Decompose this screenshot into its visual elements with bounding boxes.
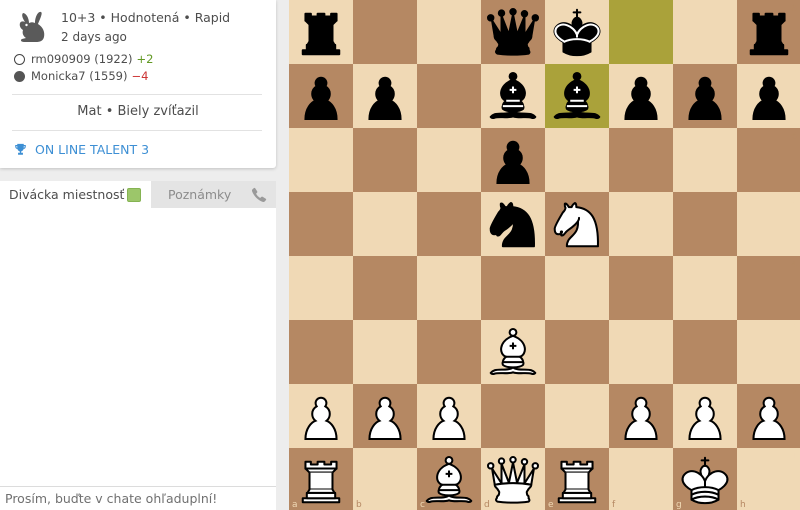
tab-spectator-room[interactable]: Divácka miestnosť bbox=[0, 181, 151, 208]
square-b5[interactable] bbox=[353, 192, 417, 256]
square-b8[interactable] bbox=[353, 0, 417, 64]
player-white[interactable]: rm090909 (1922) +2 bbox=[14, 52, 153, 66]
game-info-card: 10+3 • Hodnotená • Rapid 2 days ago rm09… bbox=[0, 0, 276, 168]
square-b1[interactable] bbox=[353, 448, 417, 510]
square-a5[interactable] bbox=[289, 192, 353, 256]
chat-messages bbox=[0, 208, 276, 486]
square-c6[interactable] bbox=[417, 128, 481, 192]
rank-label: 2 bbox=[791, 388, 797, 398]
chess-board-svg[interactable]: 87654321a b c d e f g h bbox=[289, 0, 800, 510]
file-label: g bbox=[676, 500, 682, 510]
square-e3[interactable] bbox=[545, 320, 609, 384]
rank-label: 6 bbox=[791, 132, 797, 142]
rank-label: 4 bbox=[791, 260, 797, 270]
square-g6[interactable] bbox=[673, 128, 737, 192]
player-white-rating-diff: +2 bbox=[136, 52, 154, 66]
tab-spectator-room-label[interactable]: Divácka miestnosť bbox=[9, 187, 124, 202]
player-black-name[interactable]: Monicka7 (1559) bbox=[31, 69, 127, 83]
square-d4[interactable] bbox=[481, 256, 545, 320]
rank-label: 3 bbox=[791, 324, 797, 334]
square-c4[interactable] bbox=[417, 256, 481, 320]
trophy-icon bbox=[15, 143, 26, 155]
tournament-name[interactable]: ON LINE TALENT 3 bbox=[35, 142, 149, 157]
square-e2[interactable] bbox=[545, 384, 609, 448]
rabbit-icon bbox=[19, 11, 45, 42]
square-g5[interactable] bbox=[673, 192, 737, 256]
player-black[interactable]: Monicka7 (1559) −4 bbox=[14, 69, 148, 83]
rank-label: 5 bbox=[791, 196, 797, 206]
square-a6[interactable] bbox=[289, 128, 353, 192]
game-setup: 10+3 • Hodnotená • Rapid bbox=[61, 10, 231, 25]
game-date: 2 days ago bbox=[61, 30, 127, 44]
square-a3[interactable] bbox=[289, 320, 353, 384]
square-f1[interactable] bbox=[609, 448, 673, 510]
square-f6[interactable] bbox=[609, 128, 673, 192]
square-c8[interactable] bbox=[417, 0, 481, 64]
file-label: b bbox=[356, 500, 362, 510]
square-b6[interactable] bbox=[353, 128, 417, 192]
file-label: a bbox=[292, 500, 298, 510]
square-g4[interactable] bbox=[673, 256, 737, 320]
square-d2[interactable] bbox=[481, 384, 545, 448]
square-c5[interactable] bbox=[417, 192, 481, 256]
square-b3[interactable] bbox=[353, 320, 417, 384]
black-color-icon bbox=[14, 70, 25, 82]
player-black-rating-diff: −4 bbox=[131, 69, 149, 83]
phone-icon[interactable] bbox=[251, 187, 267, 203]
square-f3[interactable] bbox=[609, 320, 673, 384]
square-f8[interactable] bbox=[609, 0, 673, 64]
file-label: h bbox=[740, 500, 746, 510]
white-color-icon bbox=[14, 53, 25, 65]
tab-notes-label[interactable]: Poznámky bbox=[168, 187, 231, 202]
tab-notes[interactable]: Poznámky bbox=[151, 181, 276, 208]
square-a4[interactable] bbox=[289, 256, 353, 320]
rank-label: 7 bbox=[791, 68, 797, 78]
file-label: c bbox=[420, 500, 425, 510]
file-label: d bbox=[484, 500, 490, 510]
player-white-name[interactable]: rm090909 (1922) bbox=[31, 52, 133, 66]
board-squares[interactable] bbox=[289, 0, 800, 510]
chat-tabs: Divácka miestnosť Poznámky bbox=[0, 181, 276, 208]
chat-toggle-checkbox[interactable] bbox=[127, 188, 141, 202]
square-f4[interactable] bbox=[609, 256, 673, 320]
chess-board[interactable]: 87654321abcdefgh bbox=[289, 0, 800, 510]
tournament-link[interactable]: ON LINE TALENT 3 bbox=[14, 142, 149, 157]
chat-input[interactable] bbox=[0, 486, 276, 510]
rank-label: 1 bbox=[791, 452, 797, 462]
square-e4[interactable] bbox=[545, 256, 609, 320]
left-panel: 10+3 • Hodnotená • Rapid 2 days ago rm09… bbox=[0, 0, 276, 510]
square-c3[interactable] bbox=[417, 320, 481, 384]
square-g8[interactable] bbox=[673, 0, 737, 64]
square-f5[interactable] bbox=[609, 192, 673, 256]
square-b4[interactable] bbox=[353, 256, 417, 320]
square-e6[interactable] bbox=[545, 128, 609, 192]
square-g3[interactable] bbox=[673, 320, 737, 384]
divider bbox=[12, 94, 262, 95]
divider bbox=[12, 130, 262, 131]
rank-label: 8 bbox=[791, 4, 797, 14]
game-result: Mat • Biely zvíťazil bbox=[77, 104, 199, 119]
file-label: e bbox=[548, 500, 554, 510]
square-c7[interactable] bbox=[417, 64, 481, 128]
